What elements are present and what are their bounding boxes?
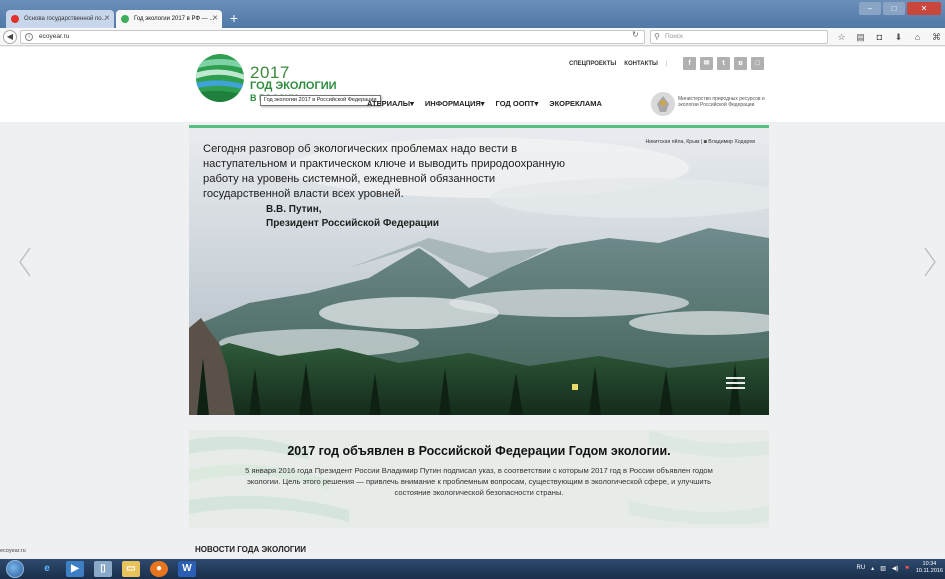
media-icon[interactable]: ▶ bbox=[66, 561, 84, 577]
search-input[interactable]: ⚲ Поиск bbox=[650, 30, 828, 44]
chevron-left-icon bbox=[19, 247, 31, 277]
nav-item-special-projects[interactable]: СПЕЦПРОЕКТЫ bbox=[569, 61, 616, 67]
prev-slide-arrow[interactable] bbox=[18, 247, 32, 277]
toolbar-icons: ☆ ▤ ◘ ⬇ ⌂ ⌘ ≡ bbox=[836, 31, 945, 43]
facebook-icon[interactable]: f bbox=[683, 57, 696, 70]
close-window-button[interactable]: ✕ bbox=[907, 2, 941, 15]
social-links: f ✉ t в □ bbox=[683, 57, 764, 70]
explorer-icon[interactable]: ▭ bbox=[122, 561, 140, 577]
clock-time: 10:34 bbox=[922, 561, 937, 567]
system-tray: RU ▴ ▥ ◀) ⚑ 10:34 10.11.2016 bbox=[857, 561, 944, 575]
language-indicator[interactable]: RU bbox=[857, 565, 866, 571]
volume-icon[interactable]: ◀) bbox=[892, 565, 899, 572]
taskbar-apps: e ▶ ▯ ▭ ● W bbox=[38, 561, 196, 577]
flag-icon[interactable]: ⚑ bbox=[904, 565, 909, 572]
next-slide-arrow[interactable] bbox=[923, 247, 937, 277]
instagram-icon[interactable]: □ bbox=[751, 57, 764, 70]
top-nav: СПЕЦПРОЕКТЫ КОНТАКТЫ | bbox=[569, 61, 668, 67]
logo-tooltip: Год экологии 2017 в Российской Федерации bbox=[260, 95, 381, 106]
pocket-icon[interactable]: ◘ bbox=[874, 31, 885, 43]
announcement-text: 5 января 2016 года Президент России Влад… bbox=[245, 466, 713, 497]
address-bar[interactable]: i ecoyear.ru bbox=[20, 30, 645, 44]
main-nav: АТЕРИАЛЫ▾ ИНФОРМАЦИЯ▾ ГОД ООПТ▾ ЭКОРЕКЛА… bbox=[367, 99, 602, 108]
maximize-button[interactable]: □ bbox=[883, 2, 905, 15]
nav-item-materials[interactable]: АТЕРИАЛЫ▾ bbox=[367, 99, 414, 108]
clock-date: 10.11.2016 bbox=[915, 568, 943, 574]
ministry-link[interactable]: Министерство природных ресурсов и эколог… bbox=[678, 96, 768, 108]
yandex-icon bbox=[11, 15, 19, 23]
news-heading[interactable]: НОВОСТИ ГОДА ЭКОЛОГИИ bbox=[195, 545, 306, 554]
firefox-icon[interactable]: ● bbox=[150, 561, 168, 577]
sync-icon[interactable]: ⌘ bbox=[931, 31, 942, 43]
url-text: ecoyear.ru bbox=[39, 33, 70, 40]
ecoyear-favicon-icon bbox=[121, 15, 129, 23]
home-icon[interactable]: ⌂ bbox=[912, 31, 923, 43]
nav-item-information[interactable]: ИНФОРМАЦИЯ▾ bbox=[425, 99, 485, 108]
slider-menu-icon[interactable] bbox=[726, 377, 745, 392]
ie-icon[interactable]: e bbox=[38, 561, 56, 577]
eco-year-logo-icon[interactable] bbox=[195, 53, 245, 103]
web-page: 2017 ГОД ЭКОЛОГИИ В РОССИИ Год экологии … bbox=[0, 47, 945, 559]
announcement-block: 2017 год объявлен в Российской Федерации… bbox=[189, 430, 769, 528]
reload-icon[interactable]: ↻ bbox=[632, 30, 639, 39]
minimize-button[interactable]: – bbox=[859, 2, 881, 15]
network-icon[interactable]: ▥ bbox=[880, 565, 886, 572]
windows-taskbar: e ▶ ▯ ▭ ● W RU ▴ ▥ ◀) ⚑ 10:34 10.11.2016 bbox=[0, 559, 945, 579]
search-placeholder: Поиск bbox=[665, 33, 684, 40]
status-url: ecoyear.ru bbox=[0, 548, 26, 554]
nav-item-ecoadvertising[interactable]: ЭКОРЕКЛАМА bbox=[549, 99, 602, 108]
hero-slide: Сегодня разговор об экологических пробле… bbox=[189, 128, 769, 415]
word-icon[interactable]: W bbox=[178, 561, 196, 577]
chevron-right-icon bbox=[924, 247, 936, 277]
info-icon[interactable]: i bbox=[25, 33, 33, 41]
download-icon[interactable]: ⬇ bbox=[893, 31, 904, 43]
announcement-title: 2017 год объявлен в Российской Федерации… bbox=[287, 444, 671, 458]
start-button[interactable] bbox=[6, 560, 24, 578]
photo-credit: Никитская яйла, Крым | ◙ Владимир Ходаре… bbox=[645, 139, 755, 145]
browser-titlebar: Основа государственной по... ✕ Год эколо… bbox=[0, 0, 945, 28]
site-header: 2017 ГОД ЭКОЛОГИИ В РОССИИ Год экологии … bbox=[0, 47, 945, 122]
new-tab-button[interactable]: + bbox=[226, 10, 242, 26]
window-controls: – □ ✕ bbox=[859, 2, 941, 15]
nav-item-contacts[interactable]: КОНТАКТЫ bbox=[624, 61, 658, 67]
nav-separator: | bbox=[665, 61, 668, 67]
author-name: В.В. Путин, bbox=[266, 204, 322, 215]
search-icon: ⚲ bbox=[654, 32, 660, 41]
close-icon[interactable]: ✕ bbox=[104, 10, 110, 28]
quote-author: В.В. Путин, Президент Российской Федерац… bbox=[266, 203, 439, 231]
browser-tab-1[interactable]: Основа государственной по... ✕ bbox=[6, 10, 114, 28]
author-title: Президент Российской Федерации bbox=[266, 218, 440, 229]
clock[interactable]: 10:34 10.11.2016 bbox=[916, 561, 943, 575]
browser-navbar: ◀ i ecoyear.ru ↻ ⚲ Поиск ☆ ▤ ◘ ⬇ ⌂ ⌘ ≡ bbox=[0, 28, 945, 46]
close-icon[interactable]: ✕ bbox=[212, 10, 218, 28]
back-button[interactable]: ◀ bbox=[3, 30, 17, 44]
tray-arrow-icon[interactable]: ▴ bbox=[871, 565, 874, 572]
bookmark-star-icon[interactable]: ☆ bbox=[836, 31, 847, 43]
twitter-icon[interactable]: t bbox=[717, 57, 730, 70]
file-icon[interactable]: ▯ bbox=[94, 561, 112, 577]
tab-label: Год экологии 2017 в РФ — ... bbox=[134, 16, 215, 22]
nav-item-oopt[interactable]: ГОД ООПТ▾ bbox=[496, 99, 539, 108]
hero-quote: Сегодня разговор об экологических пробле… bbox=[203, 143, 565, 200]
browser-tab-2[interactable]: Год экологии 2017 в РФ — ... ✕ bbox=[116, 10, 222, 28]
logo-title: ГОД ЭКОЛОГИИ bbox=[250, 80, 337, 92]
vk-icon[interactable]: в bbox=[734, 57, 747, 70]
ministry-emblem-icon[interactable] bbox=[650, 90, 676, 118]
tab-label: Основа государственной по... bbox=[24, 16, 107, 22]
clipboard-icon[interactable]: ▤ bbox=[855, 31, 866, 43]
mail-icon[interactable]: ✉ bbox=[700, 57, 713, 70]
